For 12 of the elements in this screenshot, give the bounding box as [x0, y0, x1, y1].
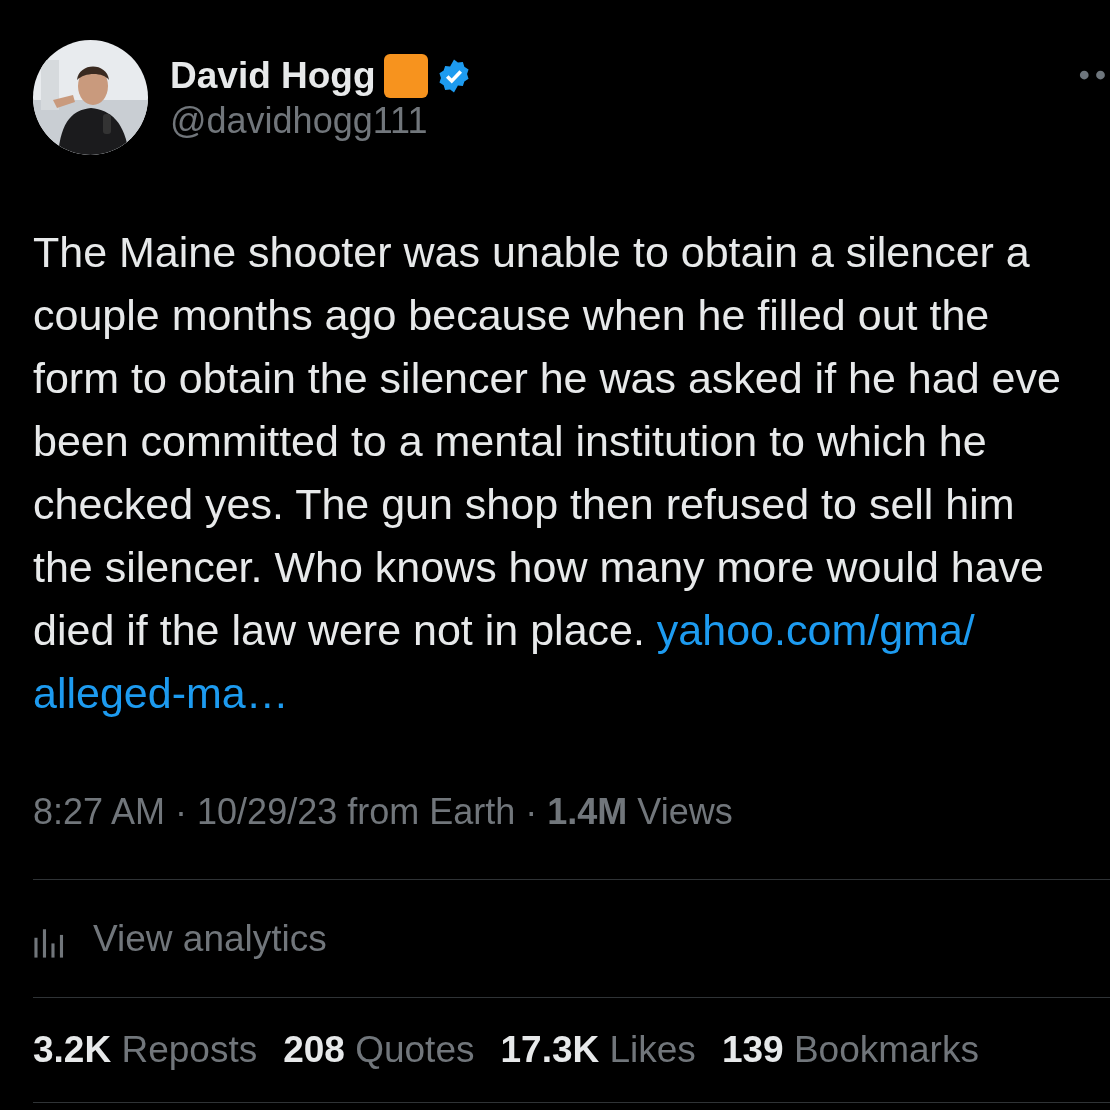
- tweet-meta: 8:27 AM · 10/29/23 from Earth · 1.4M Views: [33, 791, 734, 833]
- view-analytics-link[interactable]: View analytics: [93, 917, 327, 960]
- square-emoji-icon: [383, 54, 428, 98]
- author-name[interactable]: David Hogg: [170, 55, 376, 97]
- stat-link[interactable]: 3.2K Reposts: [33, 1029, 258, 1071]
- stat-link[interactable]: 208 Quotes: [283, 1029, 475, 1071]
- link[interactable]: yahoo.com/gma/: [656, 606, 975, 654]
- stat-link[interactable]: 17.3K Likes: [500, 1029, 696, 1071]
- tweet-text: The Maine shooter was unable to obtain a silencer a couple months ago because when he filled out the form to obtain the silencer he was asked if he had eve been committed to a mental institution to which he checked yes. The gun shop then refused to sell him the silencer. Who knows how many more would have died if the law were not in place. yahoo.com/gma/ alleged-ma…: [33, 227, 1062, 719]
- author-handle[interactable]: @davidhogg111: [170, 100, 472, 142]
- stat-link[interactable]: 139 Bookmarks: [721, 1029, 979, 1071]
- link[interactable]: alleged-ma…: [33, 669, 289, 717]
